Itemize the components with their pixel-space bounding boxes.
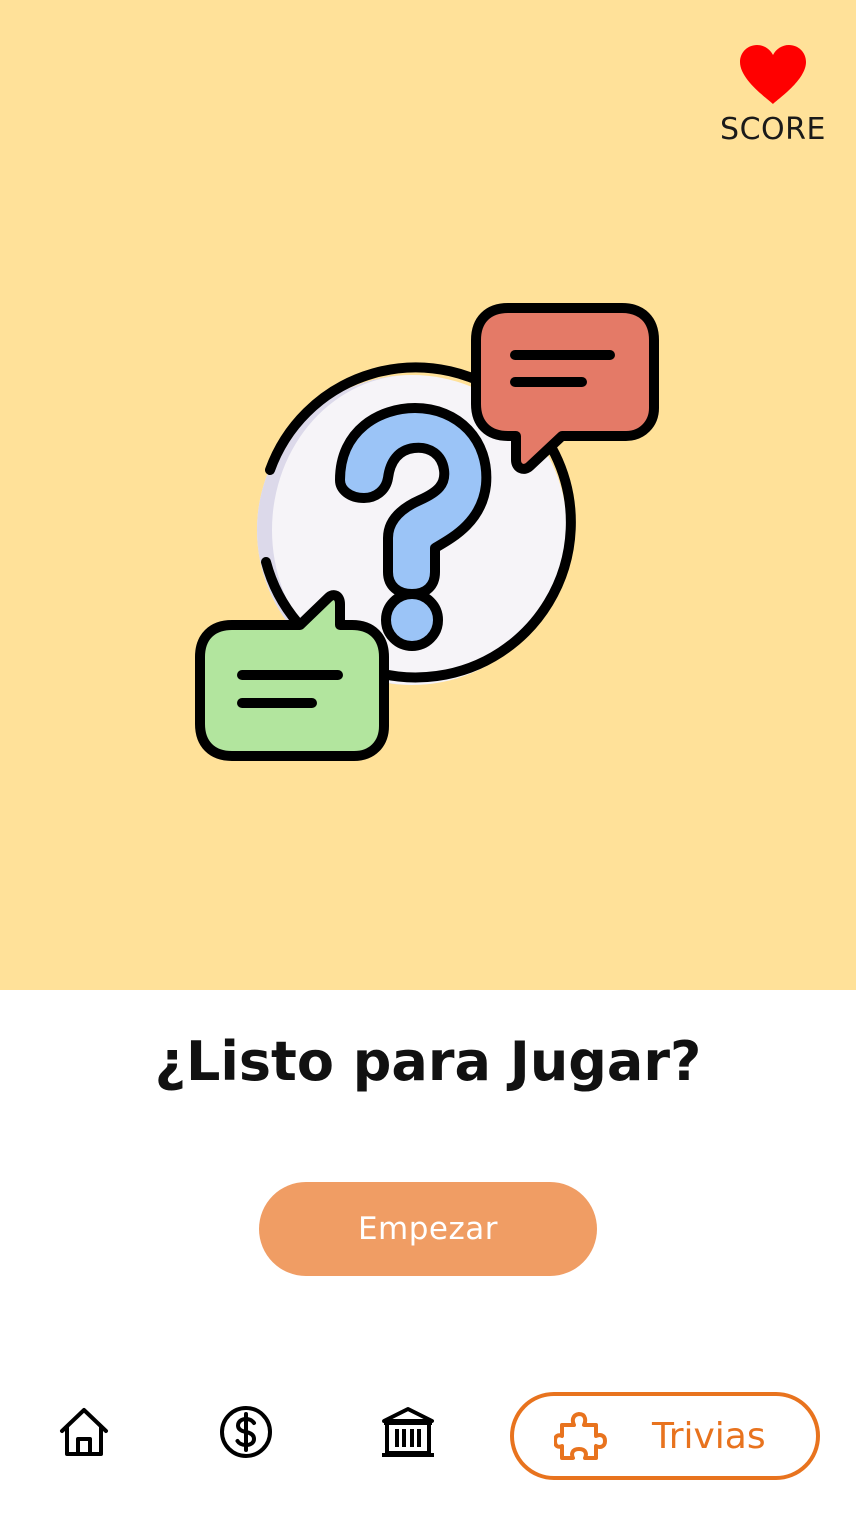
heart-icon [740,45,806,104]
nav-trivias-label: Trivias [652,1415,766,1457]
score-label: SCORE [720,112,826,147]
home-icon [60,1408,108,1456]
nav-home[interactable] [54,1402,114,1462]
nav-bank[interactable] [378,1402,438,1462]
bank-icon [382,1407,434,1457]
hero-banner: SCORE [0,0,856,990]
score-button[interactable]: SCORE [718,44,828,147]
nav-money[interactable] [216,1402,276,1462]
puzzle-icon [554,1409,608,1463]
bottom-navigation: Trivias [0,1380,856,1500]
start-button[interactable]: Empezar [259,1182,597,1276]
question-chat-illustration [195,303,659,761]
dollar-icon [220,1406,272,1458]
page-title: ¿Listo para Jugar? [154,1030,702,1093]
nav-trivias[interactable]: Trivias [510,1392,820,1480]
